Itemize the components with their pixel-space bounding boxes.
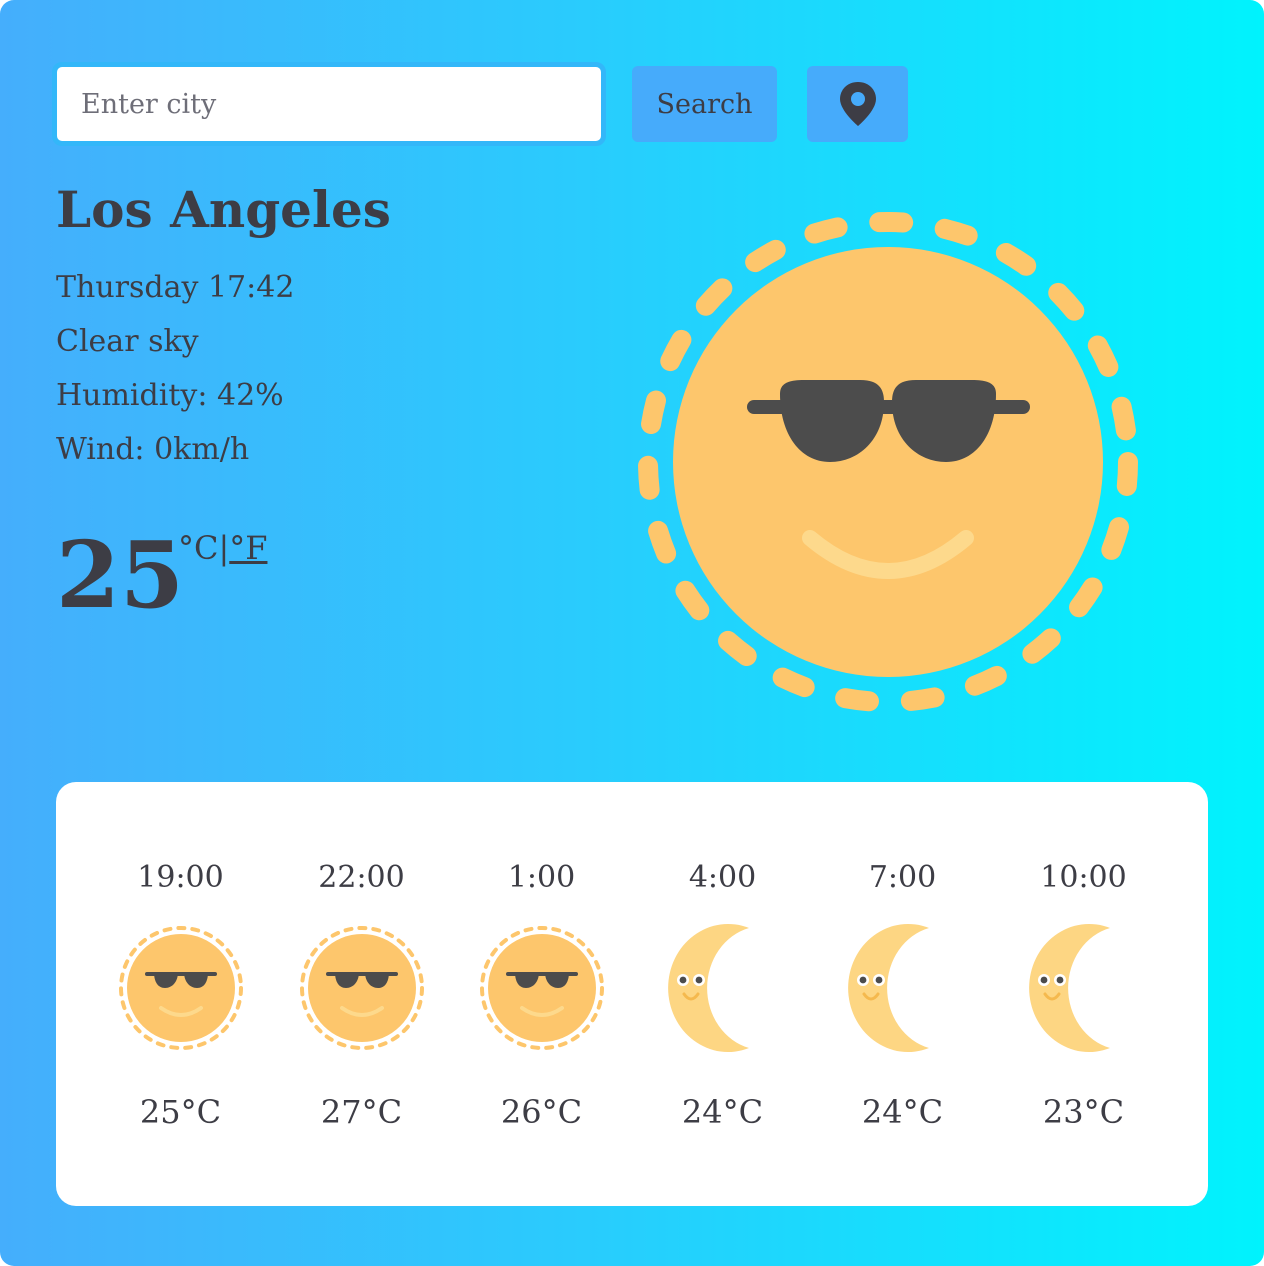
sun-sunglasses-icon	[119, 926, 243, 1050]
sun-sunglasses-icon	[300, 926, 424, 1050]
temperature-value: 25	[56, 521, 185, 629]
forecast-time: 22:00	[318, 860, 405, 895]
forecast-temperature: 25°C	[139, 1093, 222, 1131]
forecast-item: 1:00 26°C	[451, 782, 632, 1206]
sun-sunglasses-icon	[638, 212, 1138, 712]
forecast-temperature: 24°C	[861, 1093, 944, 1131]
humidity: Humidity: 42%	[56, 376, 284, 416]
forecast-time: 19:00	[137, 860, 224, 895]
wind: Wind: 0km/h	[56, 430, 249, 470]
forecast-item: 10:00 23°C	[993, 782, 1174, 1206]
forecast-item: 19:00 25°C	[90, 782, 271, 1206]
forecast-temperature: 23°C	[1042, 1093, 1125, 1131]
current-location-button[interactable]	[807, 66, 908, 142]
wind-label: Wind:	[56, 432, 145, 467]
forecast-item: 22:00 27°C	[271, 782, 452, 1206]
map-pin-icon	[839, 82, 876, 126]
fahrenheit-link[interactable]: °F	[229, 529, 267, 567]
search-button[interactable]: Search	[632, 66, 777, 142]
sun-sunglasses-icon	[480, 926, 604, 1050]
celsius-unit[interactable]: °C	[178, 529, 218, 567]
wind-value: 0km/h	[154, 432, 250, 467]
forecast-card: 19:00 25°C 22:00 27°C 1:00 26°C 4:00 24°…	[56, 782, 1208, 1206]
weather-app: Search Los Angeles Thursday 17:42 Clear …	[0, 0, 1264, 1266]
forecast-item: 4:00 24°C	[632, 782, 813, 1206]
forecast-time: 10:00	[1040, 860, 1127, 895]
humidity-value: 42%	[216, 378, 284, 413]
forecast-temperature: 24°C	[681, 1093, 764, 1131]
city-name: Los Angeles	[56, 180, 391, 239]
moon-icon	[1029, 924, 1110, 1052]
unit-separator: |	[218, 529, 230, 567]
current-datetime: Thursday 17:42	[56, 270, 295, 305]
forecast-item: 7:00 24°C	[812, 782, 993, 1206]
forecast-temperature: 27°C	[320, 1093, 403, 1131]
moon-icon	[668, 924, 749, 1052]
humidity-label: Humidity:	[56, 378, 208, 413]
unit-toggle: °C|°F	[178, 528, 267, 568]
forecast-time: 7:00	[868, 860, 937, 895]
city-search-input[interactable]	[52, 62, 606, 146]
forecast-temperature: 26°C	[500, 1093, 583, 1131]
moon-icon	[848, 924, 929, 1052]
forecast-time: 4:00	[688, 860, 757, 895]
forecast-time: 1:00	[507, 860, 576, 895]
weather-description: Clear sky	[56, 324, 199, 359]
